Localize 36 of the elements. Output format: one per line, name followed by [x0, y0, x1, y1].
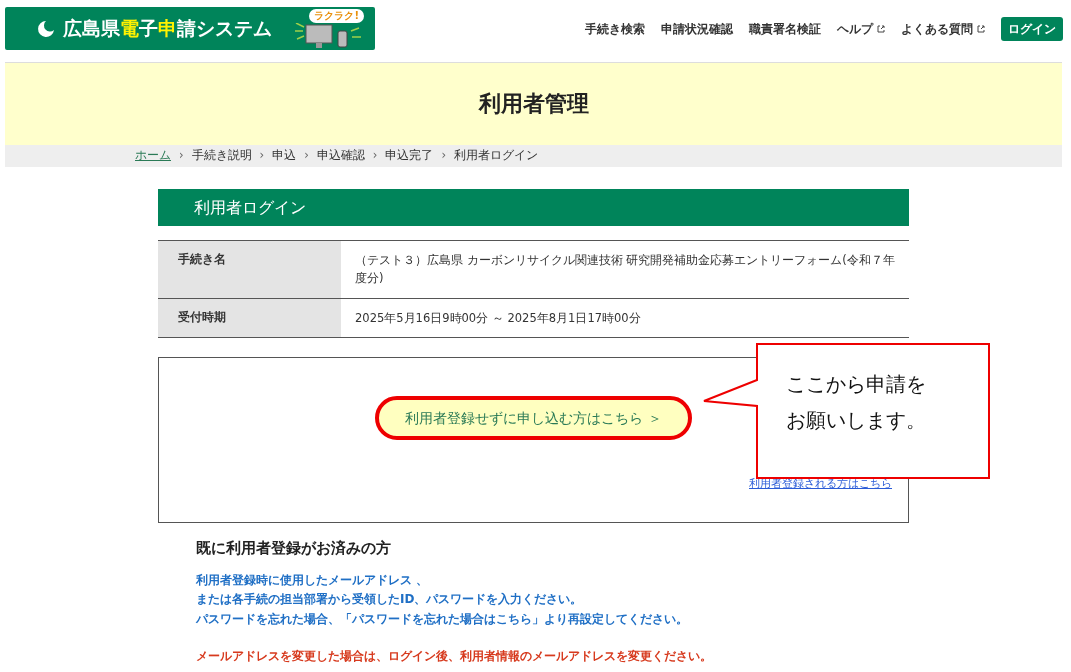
- speech-bubble: ラクラク!: [309, 8, 364, 23]
- breadcrumb-item: 申込: [272, 147, 297, 165]
- warning-text: メールアドレスを変更した場合は、ログイン後、利用者情報のメールアドレスを変更ください。: [196, 647, 713, 665]
- section-heading: 既に利用者登録がお済みの方: [196, 539, 392, 558]
- chevron-icon: ›: [304, 147, 309, 165]
- login-button[interactable]: ログイン: [1001, 17, 1063, 41]
- devices-drawing: [294, 22, 364, 49]
- chevron-icon: ›: [179, 147, 184, 165]
- logo-banner[interactable]: 広島県電子申請システム ラクラク!: [5, 7, 375, 50]
- row-value: 2025年5月16日9時00分 ～ 2025年8月1日17時00分: [354, 309, 642, 327]
- guest-apply-link[interactable]: 利用者登録せずに申し込む方はこちら ＞: [375, 396, 692, 441]
- callout-text: お願いします。: [786, 407, 926, 434]
- instruction-text: または各手続の担当部署から受領したID、パスワードを入力ください。: [196, 591, 584, 609]
- row-label: 受付時期: [158, 298, 341, 338]
- page-title: 利用者管理: [478, 90, 589, 118]
- logo-text: 広島県電子申請システム: [63, 16, 272, 42]
- moon-icon: [37, 19, 55, 38]
- nav-link[interactable]: 申請状況確認: [661, 20, 733, 38]
- nav-link[interactable]: 手続き検索: [585, 20, 645, 38]
- row-label: 手続き名: [158, 241, 341, 298]
- breadcrumb-item: 利用者ログイン: [454, 147, 539, 165]
- breadcrumb-link[interactable]: ホーム: [135, 147, 171, 165]
- instruction-text: 利用者登録時に使用したメールアドレス 、: [196, 572, 430, 590]
- breadcrumb-item: 申込確認: [316, 147, 365, 165]
- nav-link[interactable]: よくある質問: [901, 20, 973, 38]
- row-value: （テスト３）広島県 カーボンリサイクル関連技術 研究開発補助金応募エントリーフォーム(令和７年度分): [354, 252, 896, 288]
- nav-link[interactable]: 職責署名検証: [749, 20, 821, 38]
- breadcrumb-item: 申込完了: [385, 147, 434, 165]
- nav-link[interactable]: ヘルプ: [837, 20, 873, 38]
- chevron-icon: ›: [441, 147, 447, 165]
- callout-text: ここから申請を: [786, 371, 926, 398]
- breadcrumb-item: 手続き説明: [191, 147, 252, 165]
- instruction-text: パスワードを忘れた場合、「パスワードを忘れた場合はこちら」より再設定してください。: [196, 610, 689, 628]
- section-title: 利用者ログイン: [158, 189, 909, 226]
- chevron-icon: ›: [259, 147, 265, 165]
- chevron-icon: ›: [372, 147, 378, 165]
